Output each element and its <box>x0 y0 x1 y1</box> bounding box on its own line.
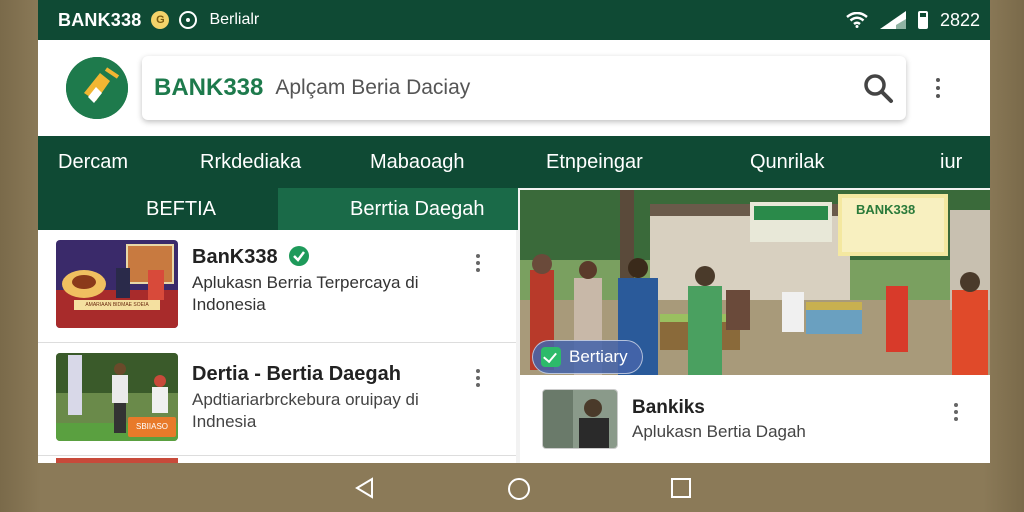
sub-tabs: BEFTIA Berrtia Daegah <box>38 188 518 230</box>
status-time: 2822 <box>939 9 980 30</box>
status-bar: BANK338 G Berlialr 2822 <box>38 0 990 40</box>
banner-text: BANK338 <box>856 202 916 217</box>
card-title: Bankiks <box>632 397 705 418</box>
tab-mabaoagh[interactable]: Mabaoagh <box>370 151 465 174</box>
card-description: Aplukasn Bertia Dagah <box>632 422 806 441</box>
recents-square-icon[interactable] <box>670 477 692 499</box>
battery-icon <box>917 11 928 29</box>
search-icon[interactable] <box>862 72 894 104</box>
search-bar[interactable]: BANK338 Aplçam Beria Daciay <box>142 56 906 120</box>
featured-column: BANK338 Bertiary Bankiks Aplukasn Bertia… <box>520 190 990 463</box>
featured-image[interactable]: BANK338 Bertiary <box>520 190 990 375</box>
more-vert-icon[interactable] <box>476 369 480 387</box>
news-list: AMARIAAN BIDMAE SOEIA BanK338 Aplukasn B… <box>38 230 516 463</box>
category-badge[interactable]: Bertiary <box>532 340 643 374</box>
app-header: BANK338 Aplçam Beria Daciay <box>38 40 990 136</box>
search-brand: BANK338 <box>154 74 264 101</box>
item-title-text: BanK338 <box>192 246 278 268</box>
more-vert-icon[interactable] <box>954 403 958 421</box>
item-desc-line1: Apdtiariarbrckebura oruipay di <box>192 390 419 409</box>
item-desc-line2: Indnesia <box>192 412 257 432</box>
thumb-caption: AMARIAAN BIDMAE SOEIA <box>85 302 149 308</box>
g-badge-icon: G <box>151 11 170 29</box>
system-navigation-bar <box>0 463 1024 512</box>
back-triangle-icon[interactable] <box>354 477 376 499</box>
featured-card[interactable]: Bankiks Aplukasn Bertia Dagah <box>520 375 990 463</box>
sync-icon <box>179 11 198 29</box>
news-thumbnail <box>542 389 618 449</box>
item-desc-line1: Aplukasn Berria Terpercaya di <box>192 273 419 292</box>
tab-iur[interactable]: iur <box>940 151 962 174</box>
subtab-beftia[interactable]: BEFTIA <box>146 198 216 221</box>
status-brand: BANK338 <box>58 9 142 30</box>
tab-etnpeingar[interactable]: Etnpeingar <box>546 151 643 174</box>
item-desc-line2: Indonesia <box>192 295 266 315</box>
item-description: Aplukasn Berria Terpercaya di Indonesia <box>192 272 482 316</box>
tab-dercam[interactable]: Dercam <box>58 151 128 174</box>
content-area: AMARIAAN BIDMAE SOEIA BanK338 Aplukasn B… <box>38 190 990 463</box>
search-input[interactable]: Aplçam Beria Daciay <box>275 76 470 100</box>
wifi-icon <box>846 12 868 28</box>
news-thumbnail: SBIIASO <box>56 353 178 441</box>
subtab-berrtia-daegah[interactable]: Berrtia Daegah <box>350 198 485 221</box>
thumb-tag: SBIIASO <box>128 417 176 437</box>
verified-icon <box>289 245 310 266</box>
status-label: Berlialr <box>209 11 260 28</box>
list-item[interactable]: SBIIASO Dertia - Bertia Daegah Apdtiaria… <box>38 343 516 456</box>
item-description: Apdtiariarbrckebura oruipay di Indnesia <box>192 389 482 433</box>
app-logo[interactable] <box>66 57 128 119</box>
more-vert-icon[interactable] <box>476 254 480 272</box>
badge-label: Bertiary <box>569 347 628 366</box>
tab-qunrilak[interactable]: Qunrilak <box>750 151 824 174</box>
logo-mark-icon <box>66 57 128 119</box>
more-vert-icon[interactable] <box>936 78 942 98</box>
home-circle-icon[interactable] <box>507 477 531 501</box>
signal-icon <box>879 11 906 29</box>
news-thumbnail: AMARIAAN BIDMAE SOEIA <box>56 240 178 328</box>
tab-rrkdediaka[interactable]: Rrkdediaka <box>200 151 301 174</box>
list-item[interactable]: AMARIAAN BIDMAE SOEIA BanK338 Aplukasn B… <box>38 230 516 343</box>
status-indicators: 2822 <box>846 10 980 31</box>
item-title: BanK338 <box>192 245 310 269</box>
check-icon <box>541 347 561 367</box>
item-title: Dertia - Bertia Daegah <box>192 363 401 385</box>
category-tabs: Dercam Rrkdediaka Mabaoagh Etnpeingar Qu… <box>38 136 990 188</box>
phone-screen: BANK338 G Berlialr 2822 BANK338 Aplçam B… <box>38 0 990 463</box>
